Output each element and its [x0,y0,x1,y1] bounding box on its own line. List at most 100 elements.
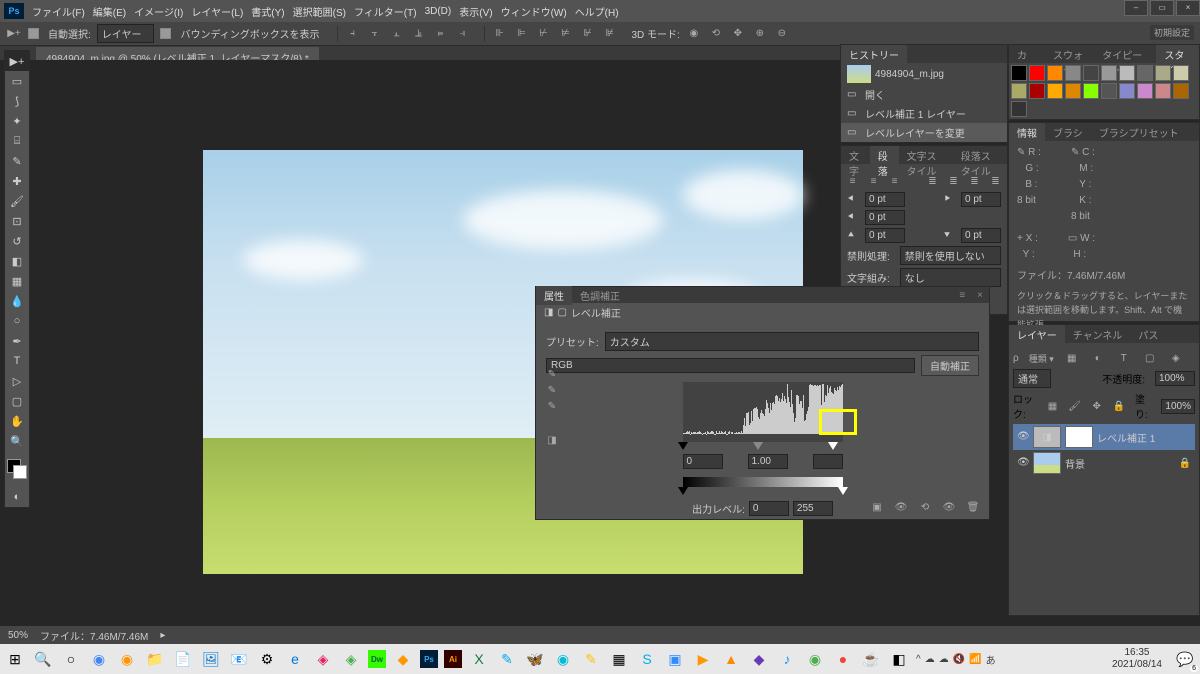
menu-help[interactable]: ヘルプ(H) [575,4,619,19]
photoshop-icon[interactable]: Ps [420,650,438,668]
lock-pos-icon[interactable]: ✥ [1091,398,1103,414]
dist-5-icon[interactable]: ⊮ [579,26,595,42]
align-left-icon[interactable]: ≡ [847,173,858,189]
lasso-tool[interactable]: ⟆ [5,91,29,111]
input-mid-field[interactable]: 1.00 [748,454,788,469]
justify-3-icon[interactable]: ≣ [969,173,980,189]
swatch[interactable] [1101,83,1117,99]
opacity-field[interactable]: 100% [1155,371,1195,386]
tray-wifi-icon[interactable]: 📶 [969,654,981,665]
fill-field[interactable]: 100% [1161,399,1195,414]
app-icon-3[interactable]: ✎ [496,648,518,670]
align-top-icon[interactable]: ⫡ [410,26,426,42]
app-icon-6[interactable]: ✎ [580,648,602,670]
menu-layer[interactable]: レイヤー(L) [191,4,243,19]
brush-preset-tab[interactable]: ブラシプリセット [1091,123,1187,141]
dist-3-icon[interactable]: ⊬ [535,26,551,42]
align-right-icon[interactable]: ≡ [889,173,900,189]
paragraph-tab[interactable]: 段落 [870,146,899,164]
menu-3d[interactable]: 3D(D) [425,6,452,17]
menu-filter[interactable]: フィルター(T) [354,4,417,19]
swatch[interactable] [1137,65,1153,81]
panel-menu-icon[interactable]: ≡ [953,290,971,301]
filter-adj-icon[interactable]: ◐ [1090,350,1106,366]
swatch[interactable] [1083,65,1099,81]
swatch[interactable] [1065,83,1081,99]
shape-tool[interactable]: ▢ [5,391,29,411]
swatch[interactable] [1101,65,1117,81]
output-white-field[interactable]: 255 [793,501,833,516]
swatch[interactable] [1155,83,1171,99]
layer-levels1[interactable]: 👁 ◨ レベル補正 1 [1013,424,1195,450]
settings-icon[interactable]: ⚙ [256,648,278,670]
history-step-levels-layer[interactable]: ▭レベル補正 1 レイヤー [841,104,1007,123]
swatch[interactable] [1029,83,1045,99]
color-tab[interactable]: カラー [1009,45,1045,63]
para-style-tab[interactable]: 段落スタイル [953,146,1007,164]
3d-3-icon[interactable]: ✥ [730,26,746,42]
layer-background[interactable]: 👁 背景 🔒 [1013,450,1195,476]
swatch[interactable] [1119,65,1135,81]
search-icon[interactable]: 🔍 [32,648,54,670]
skype-icon[interactable]: S [636,648,658,670]
align-center-icon[interactable]: ≡ [868,173,879,189]
workspace-dropdown[interactable]: 初期設定 [1150,25,1194,40]
3d-5-icon[interactable]: ⊖ [774,26,790,42]
firefox-icon[interactable]: ◉ [116,648,138,670]
dist-6-icon[interactable]: ⊯ [601,26,617,42]
reset-icon[interactable]: ⟲ [917,499,933,515]
input-slider[interactable] [683,442,843,452]
doc-size[interactable]: ファイル：7.46M/7.46M [40,628,148,643]
app-minimize[interactable]: – [1124,0,1148,16]
explorer-icon[interactable]: 📁 [144,648,166,670]
visibility-icon[interactable]: 👁 [1017,431,1029,443]
blend-mode-dropdown[interactable]: 通常 [1013,369,1051,388]
dist-2-icon[interactable]: ⊫ [513,26,529,42]
justify-1-icon[interactable]: ≣ [927,173,938,189]
trash-icon[interactable]: 🗑 [965,499,981,515]
eyedrop-gray-icon[interactable]: ✎ [544,385,560,399]
media-icon[interactable]: ▶ [692,648,714,670]
zoom-app-icon[interactable]: ▣ [664,648,686,670]
app-close[interactable]: × [1176,0,1200,16]
history-step-modify-levels[interactable]: ▭レベルレイヤーを変更 [841,123,1007,142]
out-white-slider[interactable] [838,487,848,495]
clone-tab[interactable]: タイピーソース [1094,45,1156,63]
swatch[interactable] [1011,65,1027,81]
visibility-icon[interactable]: 👁 [1017,457,1029,469]
edge-icon[interactable]: e [284,648,306,670]
pen-tool[interactable]: ✒ [5,331,29,351]
swatch-grid[interactable] [1009,63,1199,119]
swatch[interactable] [1173,65,1189,81]
swatch[interactable] [1011,83,1027,99]
filter-smart-icon[interactable]: ◈ [1168,350,1184,366]
panel-close-icon[interactable]: × [971,290,989,301]
output-slider[interactable] [683,487,843,497]
quickmask-tool[interactable]: ◐ [5,487,29,507]
eyedrop-white-icon[interactable]: ✎ [544,401,560,415]
toggle-vis-icon[interactable]: 👁 [941,499,957,515]
menu-window[interactable]: ウィンドウ(W) [501,4,567,19]
clip-icon[interactable]: ▣ [869,499,885,515]
marquee-tool[interactable]: ▭ [5,71,29,91]
input-black-field[interactable]: 0 [683,454,723,469]
app-icon-8[interactable]: ◆ [748,648,770,670]
swatch[interactable] [1155,65,1171,81]
tray-cloud-icon[interactable]: ☁ [925,654,935,665]
edit-points-icon[interactable]: ◨ [544,435,560,449]
history-brush-tool[interactable]: ↺ [5,231,29,251]
swatch[interactable] [1047,65,1063,81]
app-icon-1[interactable]: ◈ [312,648,334,670]
illustrator-icon[interactable]: Ai [444,650,462,668]
indent-left[interactable]: 0 pt [865,192,905,207]
notepad-icon[interactable]: 📄 [172,648,194,670]
dist-1-icon[interactable]: ⊪ [491,26,507,42]
layers-tab[interactable]: レイヤー [1009,325,1065,343]
swatch[interactable] [1119,83,1135,99]
swatch[interactable] [1065,65,1081,81]
lock-trans-icon[interactable]: ▦ [1047,398,1059,414]
align-vc-icon[interactable]: ⫢ [432,26,448,42]
indent-right[interactable]: 0 pt [961,192,1001,207]
properties-tab[interactable]: 属性 [536,286,572,305]
info-tab[interactable]: 情報 [1009,123,1045,141]
